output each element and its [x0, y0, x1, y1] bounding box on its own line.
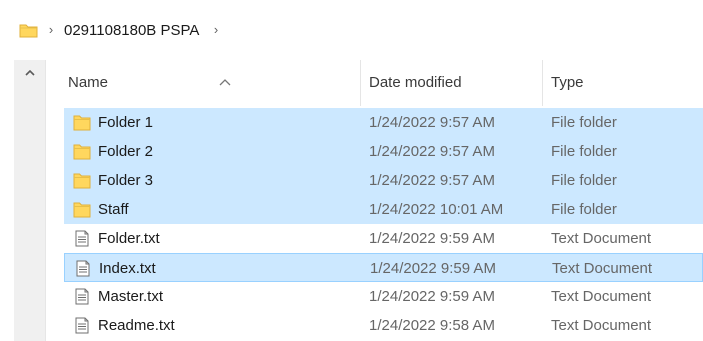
file-row[interactable]: Folder 3 1/24/2022 9:57 AM File folder	[64, 166, 703, 195]
file-name: Folder 1	[98, 114, 154, 131]
scroll-up-button[interactable]	[14, 60, 46, 86]
folder-icon	[73, 201, 91, 218]
file-row[interactable]: Folder.txt 1/24/2022 9:59 AM Text Document	[64, 224, 703, 253]
text-document-icon	[73, 317, 91, 334]
folder-icon	[73, 114, 91, 131]
text-document-icon	[73, 288, 91, 305]
sort-ascending-icon	[218, 60, 232, 86]
file-name: Readme.txt	[98, 317, 175, 334]
file-type: File folder	[551, 172, 617, 189]
file-list: Folder 1 1/24/2022 9:57 AM File folder Fold…	[64, 108, 703, 340]
chevron-up-icon	[25, 70, 35, 76]
column-header-date-modified[interactable]: Date modified	[360, 60, 542, 106]
breadcrumb-item[interactable]: 0291108180B PSPA	[64, 22, 199, 40]
column-name-label: Name	[68, 74, 109, 91]
address-bar[interactable]: › 0291108180B PSPA ›	[0, 0, 703, 56]
vertical-scrollbar[interactable]	[14, 60, 46, 341]
file-row[interactable]: Staff 1/24/2022 10:01 AM File folder	[64, 195, 703, 224]
file-name: Master.txt	[98, 288, 164, 305]
file-date-modified: 1/24/2022 9:57 AM	[369, 143, 495, 160]
chevron-right-icon[interactable]: ›	[210, 22, 222, 38]
column-type-label: Type	[551, 74, 584, 91]
folder-icon	[73, 172, 91, 189]
file-type: File folder	[551, 143, 617, 160]
file-type: Text Document	[551, 317, 652, 334]
file-date-modified: 1/24/2022 10:01 AM	[369, 201, 504, 218]
file-type: File folder	[551, 201, 617, 218]
file-row[interactable]: Readme.txt 1/24/2022 9:58 AM Text Document	[64, 311, 703, 340]
file-row[interactable]: Folder 2 1/24/2022 9:57 AM File folder	[64, 137, 703, 166]
file-name: Folder.txt	[98, 230, 160, 247]
file-type: File folder	[551, 114, 617, 131]
file-row[interactable]: Folder 1 1/24/2022 9:57 AM File folder	[64, 108, 703, 137]
column-header-name[interactable]: Name	[60, 60, 360, 106]
file-type: Text Document	[551, 288, 652, 305]
file-name: Index.txt	[99, 260, 156, 277]
file-date-modified: 1/24/2022 9:57 AM	[369, 172, 495, 189]
file-row[interactable]: Master.txt 1/24/2022 9:59 AM Text Document	[64, 282, 703, 311]
file-row[interactable]: Index.txt 1/24/2022 9:59 AM Text Document	[64, 253, 703, 282]
file-date-modified: 1/24/2022 9:59 AM	[369, 288, 495, 305]
text-document-icon	[73, 230, 91, 247]
column-header-type[interactable]: Type	[542, 60, 703, 106]
chevron-right-icon[interactable]: ›	[45, 22, 57, 38]
text-document-icon	[74, 260, 92, 277]
file-date-modified: 1/24/2022 9:57 AM	[369, 114, 495, 131]
folder-icon	[19, 22, 38, 38]
file-date-modified: 1/24/2022 9:59 AM	[369, 230, 495, 247]
file-date-modified: 1/24/2022 9:59 AM	[370, 260, 496, 277]
column-header-row: Name Date modified Type	[46, 60, 703, 106]
file-type: Text Document	[551, 230, 652, 247]
file-date-modified: 1/24/2022 9:58 AM	[369, 317, 495, 334]
file-name: Staff	[98, 201, 129, 218]
file-name: Folder 2	[98, 143, 154, 160]
column-date-label: Date modified	[369, 74, 462, 91]
folder-icon	[73, 143, 91, 160]
file-type: Text Document	[552, 260, 653, 277]
file-name: Folder 3	[98, 172, 154, 189]
